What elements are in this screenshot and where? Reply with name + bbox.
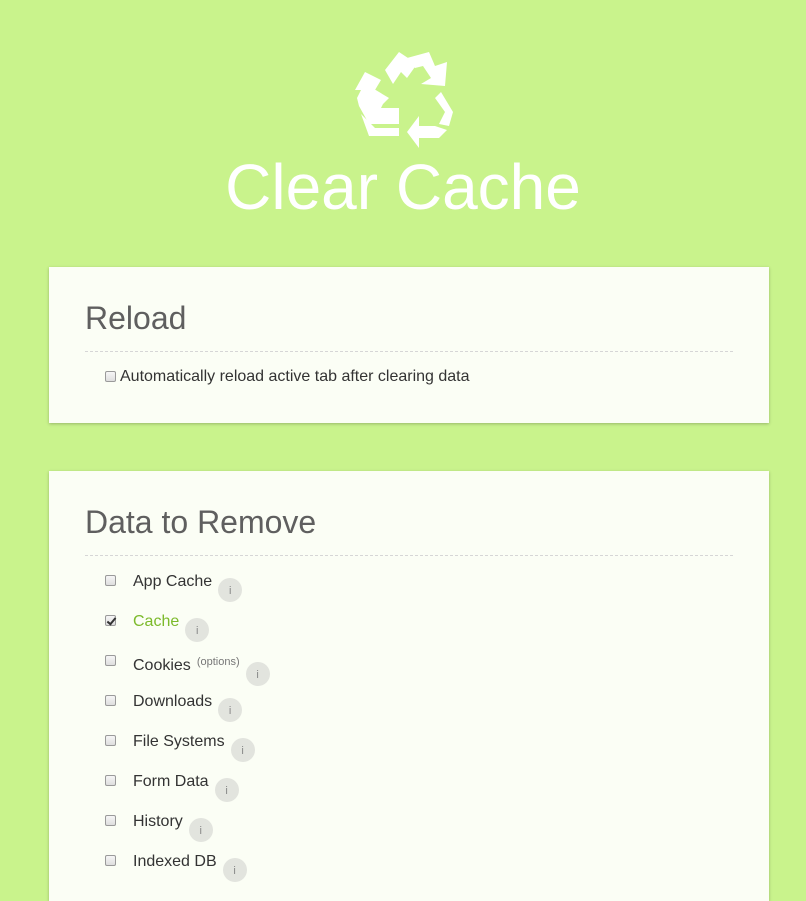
reload-card: Reload Automatically reload active tab a… [49,267,769,423]
downloads-checkbox[interactable] [105,695,116,706]
indexed-db-checkbox[interactable] [105,855,116,866]
history-checkbox[interactable] [105,815,116,826]
list-item-downloads[interactable]: Downloads i [105,691,705,722]
item-label-text: Cookies [133,657,191,674]
header: Clear Cache [0,0,806,240]
form-data-checkbox[interactable] [105,775,116,786]
item-label-text: Form Data [133,773,209,790]
list-item-indexed-db[interactable]: Indexed DB i [105,851,705,882]
form-data-label[interactable]: Form Data i [133,771,239,802]
cookies-label[interactable]: Cookies (options) i [133,651,270,686]
recycle-icon [355,52,453,148]
file-systems-label[interactable]: File Systems i [133,731,255,762]
item-label-text: History [133,813,183,830]
info-icon[interactable]: i [245,662,270,686]
data-to-remove-card: Data to Remove App Cachei Cachei Cookies… [49,471,769,901]
indexed-db-label[interactable]: Indexed DB i [133,851,247,882]
item-label-text: Cache [133,613,180,630]
info-icon[interactable]: i [222,858,247,882]
auto-reload-label[interactable]: Automatically reload active tab after cl… [120,367,470,387]
list-item-cookies[interactable]: Cookies (options) i [105,651,705,686]
history-label[interactable]: History i [133,811,213,842]
list-item-file-systems[interactable]: File Systems i [105,731,705,762]
info-icon[interactable]: i [188,818,213,842]
data-section-title: Data to Remove [85,504,317,540]
info-icon[interactable]: i [185,618,210,642]
reload-section-title: Reload [85,300,187,336]
list-item-cache[interactable]: Cachei [105,611,705,642]
file-systems-checkbox[interactable] [105,735,116,746]
cookies-checkbox[interactable] [105,655,116,666]
info-icon[interactable]: i [230,738,255,762]
info-icon[interactable]: i [218,578,243,602]
list-item-app-cache[interactable]: App Cache i [105,571,705,602]
app-title: Clear Cache [225,151,581,223]
app-cache-checkbox[interactable] [105,575,116,586]
info-icon[interactable]: i [214,778,239,802]
item-label-text: File Systems [133,733,225,750]
divider [85,351,733,352]
divider [85,555,733,556]
item-label-text: Indexed DB [133,853,217,870]
list-item-form-data[interactable]: Form Data i [105,771,705,802]
list-item-history[interactable]: History i [105,811,705,842]
cache-checkbox[interactable] [105,615,116,626]
info-icon[interactable]: i [218,698,243,722]
auto-reload-checkbox[interactable] [105,371,116,382]
cache-label[interactable]: Cachei [133,611,210,642]
item-label-text: Downloads [133,693,213,710]
app-cache-label[interactable]: App Cache i [133,571,243,602]
cookies-options-link[interactable]: (options) [197,656,240,668]
item-label-text: App Cache [133,573,213,590]
downloads-label[interactable]: Downloads i [133,691,243,722]
